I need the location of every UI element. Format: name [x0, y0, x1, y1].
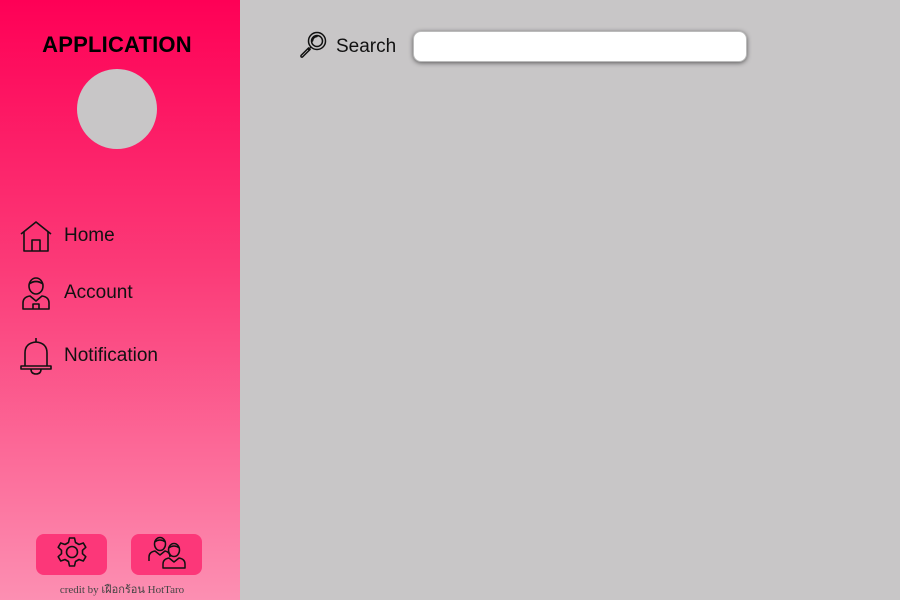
app-title: APPLICATION — [42, 32, 192, 57]
home-icon — [18, 218, 54, 254]
bell-icon — [18, 338, 54, 375]
credit-text: credit by เฝือกร้อน HotTaro — [59, 584, 185, 596]
sidebar-item-home[interactable]: Home — [18, 216, 115, 256]
search-input[interactable] — [413, 31, 747, 62]
users-button[interactable] — [131, 534, 202, 575]
sidebar-item-account[interactable]: Account — [18, 273, 133, 313]
search-label: Search — [336, 36, 397, 57]
settings-button[interactable] — [36, 534, 107, 575]
gear-icon — [55, 535, 89, 574]
sidebar: APPLICATION Home Account Notification cr… — [0, 0, 240, 600]
sidebar-item-notification[interactable]: Notification — [18, 336, 158, 376]
avatar[interactable] — [77, 69, 157, 149]
search-bar: Search — [298, 29, 396, 65]
sidebar-item-label: Account — [64, 282, 133, 303]
user-icon — [18, 275, 54, 311]
sidebar-item-label: Notification — [64, 345, 158, 366]
main-content — [240, 0, 900, 600]
search-icon[interactable] — [298, 30, 328, 65]
sidebar-item-label: Home — [64, 225, 115, 246]
users-icon — [147, 535, 187, 574]
